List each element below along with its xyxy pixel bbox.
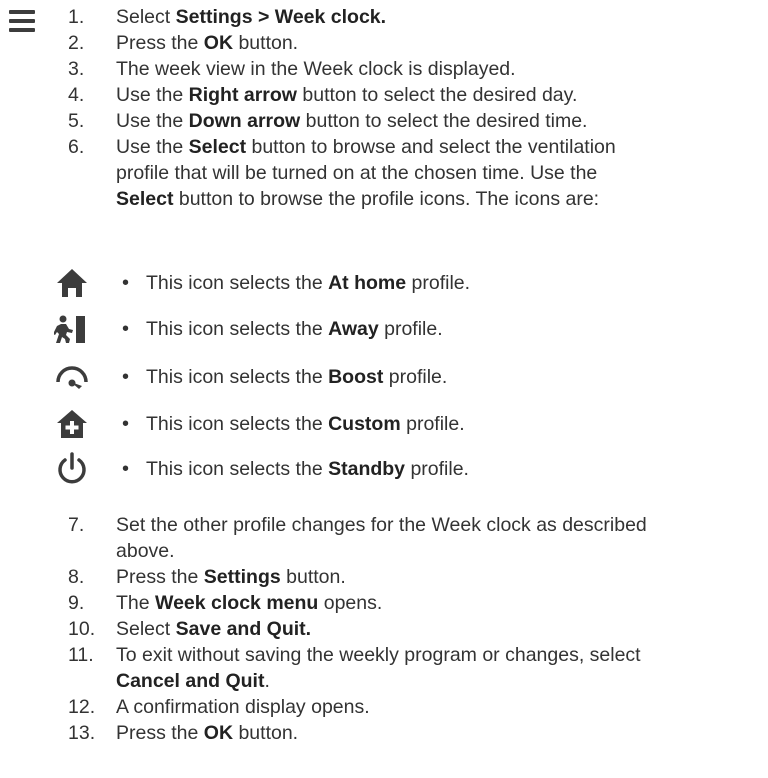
profile-description: This icon selects the At home profile.: [146, 272, 471, 294]
bullet: •: [122, 413, 130, 435]
profile-description: This icon selects the Custom profile.: [146, 413, 465, 435]
bold-term: Boost: [328, 366, 384, 388]
profile-row: • This icon selects the Boost profile.: [0, 360, 768, 394]
hamburger-menu-icon[interactable]: [9, 10, 35, 34]
bold-term: Cancel and Quit: [116, 670, 265, 692]
profile-row: • This icon selects the Standby profile.: [0, 452, 768, 486]
profile-row: • This icon selects the Away profile.: [0, 312, 768, 346]
step-text: Press the Settings button.: [116, 566, 346, 588]
bold-term: Week clock menu: [155, 592, 319, 614]
bold-term: Custom: [328, 413, 401, 435]
step-text: Press the OK button.: [116, 32, 299, 54]
custom-home-icon: [54, 407, 90, 441]
bold-term: Settings: [203, 566, 281, 588]
profile-row: • This icon selects the Custom profile.: [0, 407, 768, 441]
step-number: 8.: [68, 566, 85, 588]
bold-term: Settings > Week clock.: [175, 6, 387, 28]
step-number: 7.: [68, 514, 85, 536]
step-number: 13.: [68, 722, 96, 744]
bold-term: Select: [116, 188, 174, 210]
bullet: •: [122, 272, 130, 294]
step-number: 6.: [68, 136, 85, 158]
bold-term: Down arrow: [188, 110, 301, 132]
bold-term: Away: [328, 318, 379, 340]
bold-term: Save and Quit.: [175, 618, 312, 640]
step-text: Set the other profile changes for the We…: [116, 514, 647, 562]
profile-row: • This icon selects the At home profile.: [0, 266, 768, 300]
bold-term: Standby: [328, 458, 406, 480]
boost-icon: [54, 360, 90, 394]
step-number: 4.: [68, 84, 85, 106]
bold-term: At home: [328, 272, 407, 294]
power-icon: [54, 452, 90, 486]
bold-term: Select: [188, 136, 247, 158]
step-text: Select Save and Quit.: [116, 618, 312, 640]
step-text: Use the Select button to browse and sele…: [116, 136, 616, 210]
away-icon: [53, 312, 90, 346]
step-text: Use the Right arrow button to select the…: [116, 84, 578, 106]
step-number: 5.: [68, 110, 85, 132]
step-text: The Week clock menu opens.: [116, 592, 383, 614]
profile-description: This icon selects the Standby profile.: [146, 458, 469, 480]
step-text: Select Settings > Week clock.: [116, 6, 387, 28]
bold-term: OK: [203, 722, 234, 744]
step-number: 2.: [68, 32, 85, 54]
step-number: 10.: [68, 618, 96, 640]
step-text: Use the Down arrow button to select the …: [116, 110, 588, 132]
bullet: •: [122, 318, 130, 340]
step-number: 12.: [68, 696, 96, 718]
step-text: Press the OK button.: [116, 722, 299, 744]
step-text: To exit without saving the weekly progra…: [116, 644, 641, 692]
profile-description: This icon selects the Boost profile.: [146, 366, 448, 388]
step-text: A confirmation display opens.: [116, 696, 370, 718]
step-number: 9.: [68, 592, 85, 614]
bullet: •: [122, 458, 130, 480]
profile-description: This icon selects the Away profile.: [146, 318, 443, 340]
home-icon: [54, 266, 90, 300]
step-number: 3.: [68, 58, 85, 80]
step-text: The week view in the Week clock is displ…: [116, 58, 516, 80]
step-number: 1.: [68, 6, 85, 28]
bullet: •: [122, 366, 130, 388]
bold-term: OK: [203, 32, 234, 54]
bold-term: Right arrow: [188, 84, 297, 106]
step-number: 11.: [68, 644, 94, 666]
